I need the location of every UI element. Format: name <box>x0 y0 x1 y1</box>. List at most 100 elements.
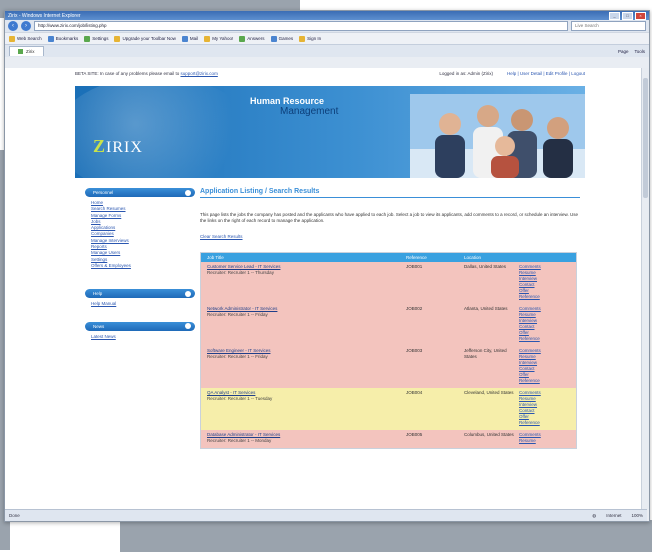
url-input[interactable]: http://www.zirix.com/job/listing.php <box>34 21 568 31</box>
row-reference: JOB001 <box>406 264 423 269</box>
collapse-icon[interactable] <box>185 323 191 330</box>
yahoo-toolbar: Web Search Bookmarks Settings Upgrade yo… <box>5 32 649 44</box>
row-reference: JOB005 <box>406 432 423 437</box>
action-resume-link[interactable]: Resume <box>519 438 576 444</box>
window-title: Zirix - Windows Internet Explorer <box>8 12 81 19</box>
toolbar-item-my-yahoo[interactable]: My Yahoo! <box>204 35 233 42</box>
yahoo-icon <box>204 35 211 42</box>
bookmark-icon <box>47 35 54 42</box>
job-title-link[interactable]: Database Administrator - IT Services <box>207 432 280 437</box>
toolbar-item-sign-in[interactable]: Sign In <box>299 35 321 42</box>
search-input[interactable]: Live Search <box>571 21 646 31</box>
row-actions: Comments Resume Interview Contact Offer … <box>519 264 576 300</box>
sidebar-link-help-manual[interactable]: Help Manual <box>91 301 195 307</box>
row-actions: Comments Resume Interview Contact Offer … <box>519 390 576 426</box>
upgrade-icon <box>114 35 121 42</box>
row-location: Cleveland, United States <box>464 390 514 395</box>
job-title-link[interactable]: Software Engineer - IT Services <box>207 348 270 353</box>
column-header-reference[interactable]: Reference <box>406 253 464 262</box>
row-subtitle: Recruiter: Recruiter 1 -- Friday <box>207 312 268 317</box>
vertical-scrollbar[interactable] <box>641 68 649 509</box>
row-actions: Comments Resume <box>519 432 576 444</box>
forward-arrow-icon[interactable]: › <box>21 21 31 31</box>
header-links[interactable]: Help | User Detail | Edit Profile | Logo… <box>507 71 585 76</box>
title-bar: Zirix - Windows Internet Explorer _ □ × <box>5 11 649 20</box>
toolbar-item-mail[interactable]: Mail <box>181 35 198 42</box>
window-controls: _ □ × <box>609 11 646 20</box>
action-reference-link[interactable]: Reference <box>519 420 576 426</box>
beta-note-line: BETA SITE: In case of any problems pleas… <box>75 71 585 76</box>
zirix-logo[interactable]: ZIRIX <box>93 136 143 157</box>
toolbar-item-games[interactable]: Games <box>270 35 293 42</box>
banner-title-line1: Human Resource <box>250 96 325 106</box>
job-title-link[interactable]: Customer Service Lead - IT Services <box>207 264 280 269</box>
row-subtitle: Recruiter: Recruiter 1 -- Monday <box>207 438 272 443</box>
gear-icon <box>84 35 91 42</box>
scrollbar-thumb[interactable] <box>643 78 648 198</box>
sidebar-section-help-header[interactable]: Help <box>85 289 195 299</box>
row-reference: JOB004 <box>406 390 423 395</box>
column-header-location[interactable]: Location <box>464 253 519 262</box>
answers-icon <box>239 35 246 42</box>
logged-in-text: Logged in as: Admin (Zirix) <box>439 71 493 76</box>
table-row: Customer Service Lead - IT Services Recru… <box>201 262 576 304</box>
column-header-title[interactable]: Job Title <box>201 253 406 262</box>
address-bar-row: ‹ › http://www.zirix.com/job/listing.php… <box>5 20 649 32</box>
action-reference-link[interactable]: Reference <box>519 336 576 342</box>
sidebar-section-personnel-header[interactable]: Personnel <box>85 188 195 197</box>
header-banner: Human Resource Management ZIRIX <box>75 86 585 178</box>
maximize-button[interactable]: □ <box>622 11 633 20</box>
row-actions: Comments Resume Interview Contact Offer … <box>519 348 576 384</box>
collapse-icon[interactable] <box>185 189 191 196</box>
toolbar-item-web-search[interactable]: Web Search <box>9 35 42 42</box>
banner-title-line2: Management <box>280 106 339 117</box>
user-icon <box>299 35 306 42</box>
sidebar-section-news-header[interactable]: News <box>85 321 195 331</box>
clear-search-link[interactable]: Clear Search Results <box>200 234 243 239</box>
page-icon <box>18 49 23 54</box>
page-menu[interactable]: Page <box>618 49 629 54</box>
close-button[interactable]: × <box>635 11 646 20</box>
zoom-level[interactable]: 100% <box>631 513 643 519</box>
toolbar-item-settings[interactable]: Settings <box>84 35 108 42</box>
tab-zirix[interactable]: Zirix <box>9 46 44 56</box>
table-row: Software Engineer - IT Services Recruiter… <box>201 346 576 388</box>
toolbar-item-bookmarks[interactable]: Bookmarks <box>47 35 78 42</box>
sidebar-section-help-links: Help Manual <box>85 298 195 313</box>
games-icon <box>270 35 277 42</box>
table-row: Database Administrator - IT Services Recr… <box>201 430 576 448</box>
table-header: Job Title Reference Location <box>201 253 576 262</box>
row-location: Dallas, United States <box>464 264 507 269</box>
search-icon <box>9 35 15 42</box>
row-location: Columbus, United States <box>464 432 514 437</box>
decorative-panel-bottom <box>120 520 652 552</box>
status-bar: Done ◍ Internet 100% <box>5 509 647 521</box>
row-subtitle: Recruiter: Recruiter 1 -- Friday <box>207 354 268 359</box>
tab-row: Zirix Page Tools <box>5 44 649 57</box>
action-reference-link[interactable]: Reference <box>519 294 576 300</box>
back-arrow-icon[interactable]: ‹ <box>8 21 18 31</box>
sidebar-link-offers[interactable]: Offers & Employees <box>91 263 195 269</box>
table-row: Network Administrator - IT Services Recru… <box>201 304 576 346</box>
business-people-photo <box>410 94 585 178</box>
row-subtitle: Recruiter: Recruiter 1 -- Thursday <box>207 270 274 275</box>
applications-table: Job Title Reference Location Customer Se… <box>200 252 577 449</box>
tools-menu[interactable]: Tools <box>634 49 645 54</box>
collapse-icon[interactable] <box>185 290 191 297</box>
column-header-actions <box>519 253 576 262</box>
toolbar-item-answers[interactable]: Answers <box>239 35 265 42</box>
page-title: Application Listing / Search Results <box>200 188 580 198</box>
toolbar-item-upgrade[interactable]: Upgrade your Toolbar Now <box>114 35 176 42</box>
action-reference-link[interactable]: Reference <box>519 378 576 384</box>
row-location: Atlanta, United States <box>464 306 508 311</box>
sidebar-link-latest-news[interactable]: Latest News <box>91 334 195 340</box>
support-email-link[interactable]: support@zirix.com <box>180 71 217 76</box>
job-title-link[interactable]: Network Administrator - IT Services <box>207 306 277 311</box>
minimize-button[interactable]: _ <box>609 11 620 20</box>
page-viewport: BETA SITE: In case of any problems pleas… <box>5 68 647 509</box>
beta-note: BETA SITE: In case of any problems pleas… <box>75 71 218 76</box>
job-title-link[interactable]: QA Analyst - IT Services <box>207 390 255 395</box>
table-row: QA Analyst - IT Services Recruiter: Recru… <box>201 388 576 430</box>
main-content: Application Listing / Search Results Thi… <box>200 188 580 449</box>
globe-graphic <box>75 86 255 178</box>
